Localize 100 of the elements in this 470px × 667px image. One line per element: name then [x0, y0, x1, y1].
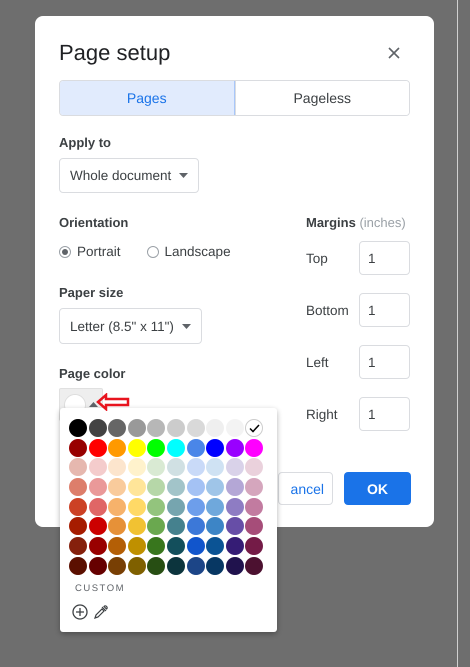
color-swatch[interactable]	[166, 419, 185, 437]
color-swatch[interactable]	[88, 419, 107, 437]
color-swatch[interactable]	[88, 458, 107, 476]
color-swatch[interactable]	[69, 556, 87, 575]
color-swatch[interactable]	[186, 419, 205, 437]
color-swatch[interactable]	[245, 419, 264, 437]
paper-size-dropdown[interactable]: Letter (8.5" x 11")	[59, 308, 202, 344]
field-label: Orientation	[59, 215, 130, 230]
color-swatch[interactable]	[226, 458, 244, 476]
color-swatch[interactable]	[186, 517, 205, 536]
dialog-title: Page setup	[59, 40, 170, 66]
color-swatch[interactable]	[108, 498, 126, 516]
color-swatch[interactable]	[147, 419, 166, 437]
color-swatch[interactable]	[226, 537, 244, 556]
color-swatch[interactable]	[166, 458, 185, 476]
color-swatch[interactable]	[88, 438, 107, 457]
color-swatch[interactable]	[69, 517, 87, 536]
eyedropper-icon[interactable]	[93, 604, 108, 620]
margin-label: Right	[306, 406, 338, 422]
color-swatch[interactable]	[128, 517, 146, 536]
color-swatch[interactable]	[128, 478, 146, 496]
color-swatch[interactable]	[206, 458, 224, 476]
tab[interactable]: Pages	[60, 81, 234, 115]
color-swatch[interactable]	[226, 517, 244, 536]
color-swatch[interactable]	[245, 498, 264, 516]
color-swatch[interactable]	[147, 537, 166, 556]
color-swatch[interactable]	[206, 419, 224, 437]
color-swatch[interactable]	[69, 438, 87, 457]
margin-input[interactable]: 1	[359, 293, 410, 327]
color-swatch[interactable]	[88, 498, 107, 516]
color-swatch[interactable]	[206, 498, 224, 516]
color-swatch[interactable]	[206, 537, 224, 556]
color-swatch[interactable]	[226, 419, 244, 437]
color-swatch[interactable]	[166, 517, 185, 536]
color-swatch[interactable]	[245, 517, 264, 536]
color-swatch[interactable]	[245, 458, 264, 476]
color-swatch[interactable]	[128, 556, 146, 575]
ok-button[interactable]: OK	[344, 472, 411, 505]
radio-option[interactable]: Portrait	[59, 244, 121, 259]
color-swatch[interactable]	[245, 478, 264, 496]
color-swatch[interactable]	[245, 556, 264, 575]
color-swatch[interactable]	[108, 458, 126, 476]
color-swatch[interactable]	[108, 419, 126, 437]
color-swatch[interactable]	[128, 458, 146, 476]
color-swatch[interactable]	[69, 419, 87, 437]
color-swatch[interactable]	[69, 537, 87, 556]
color-swatch[interactable]	[108, 438, 126, 457]
cancel-button[interactable]: ancel	[278, 472, 333, 505]
color-swatch[interactable]	[245, 537, 264, 556]
color-swatch[interactable]	[88, 517, 107, 536]
color-swatch[interactable]	[147, 438, 166, 457]
color-swatch[interactable]	[108, 517, 126, 536]
color-swatch[interactable]	[88, 537, 107, 556]
color-swatch[interactable]	[147, 498, 166, 516]
color-swatch[interactable]	[186, 478, 205, 496]
color-swatch[interactable]	[226, 498, 244, 516]
color-swatch[interactable]	[206, 517, 224, 536]
color-swatch[interactable]	[128, 419, 146, 437]
color-swatch[interactable]	[69, 498, 87, 516]
color-swatch[interactable]	[226, 438, 244, 457]
margin-input[interactable]: 1	[359, 241, 410, 275]
apply-to-dropdown[interactable]: Whole document	[59, 158, 200, 193]
color-swatch[interactable]	[147, 478, 166, 496]
margin-input[interactable]: 1	[359, 345, 410, 379]
color-swatch[interactable]	[108, 556, 126, 575]
margin-input[interactable]: 1	[359, 397, 410, 431]
color-swatch[interactable]	[186, 498, 205, 516]
color-swatch[interactable]	[166, 478, 185, 496]
color-swatch[interactable]	[206, 478, 224, 496]
field-label: Apply to	[59, 135, 112, 150]
color-swatch[interactable]	[128, 438, 146, 457]
color-swatch[interactable]	[128, 537, 146, 556]
add-icon[interactable]	[72, 604, 88, 620]
color-swatch[interactable]	[166, 556, 185, 575]
tab[interactable]: Pageless	[234, 81, 409, 115]
color-swatch[interactable]	[186, 556, 205, 575]
color-swatch[interactable]	[147, 556, 166, 575]
color-swatch[interactable]	[245, 438, 264, 457]
color-swatch[interactable]	[69, 478, 87, 496]
color-swatch[interactable]	[166, 537, 185, 556]
color-swatch[interactable]	[186, 438, 205, 457]
radio-option[interactable]: Landscape	[146, 244, 231, 259]
color-swatch[interactable]	[186, 537, 205, 556]
color-swatch[interactable]	[88, 556, 107, 575]
color-swatch[interactable]	[206, 438, 224, 457]
color-swatch[interactable]	[226, 556, 244, 575]
color-swatch[interactable]	[206, 556, 224, 575]
arrow-annotation	[96, 393, 130, 411]
color-swatch[interactable]	[108, 537, 126, 556]
color-swatch[interactable]	[147, 517, 166, 536]
color-swatch[interactable]	[166, 498, 185, 516]
color-swatch[interactable]	[108, 478, 126, 496]
color-swatch[interactable]	[128, 498, 146, 516]
color-swatch[interactable]	[186, 458, 205, 476]
color-swatch[interactable]	[88, 478, 107, 496]
color-swatch[interactable]	[226, 478, 244, 496]
color-swatch[interactable]	[69, 458, 87, 476]
color-swatch[interactable]	[166, 438, 185, 457]
close-icon[interactable]	[386, 45, 402, 61]
color-swatch[interactable]	[147, 458, 166, 476]
